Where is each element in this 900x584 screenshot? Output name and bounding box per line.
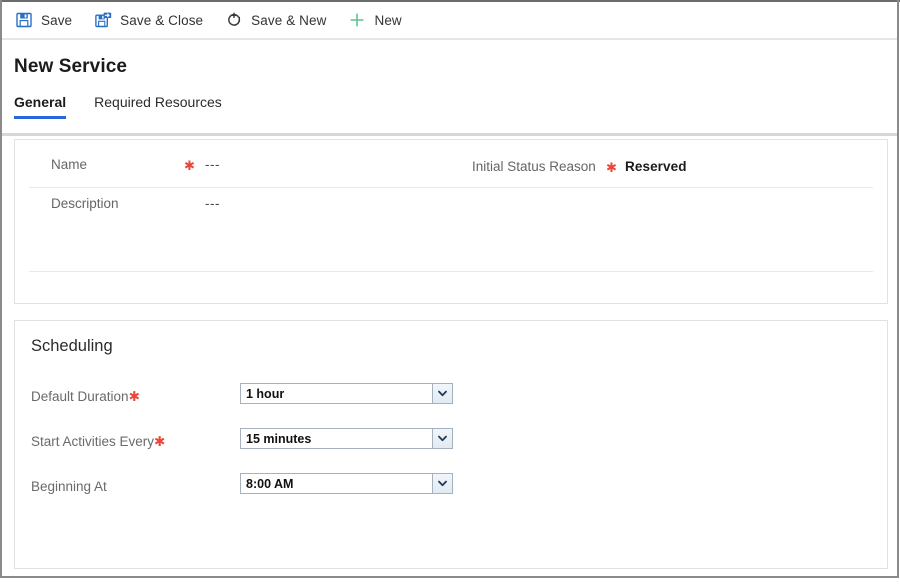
toolbar-divider <box>2 38 897 40</box>
command-bar: Save Save & Close Save & New New <box>2 2 897 38</box>
beginning-at-value: 8:00 AM <box>246 476 294 491</box>
start-activities-every-value: 15 minutes <box>246 431 312 446</box>
beginning-at-dropdown[interactable]: 8:00 AM <box>240 473 453 494</box>
window-frame-left <box>0 0 2 578</box>
beginning-at-label-text: Beginning At <box>31 479 107 494</box>
field-separator-2 <box>29 271 873 272</box>
save-and-close-button-label: Save & Close <box>120 12 204 28</box>
default-duration-value: 1 hour <box>246 386 285 401</box>
chevron-down-icon[interactable] <box>432 384 452 403</box>
start-activities-every-label-text: Start Activities Every <box>31 434 155 449</box>
save-and-close-button[interactable]: Save & Close <box>91 5 212 35</box>
chevron-down-icon[interactable] <box>432 429 452 448</box>
save-button-label: Save <box>41 12 73 28</box>
header-divider <box>2 133 897 136</box>
scheduling-row-start-activities-every: Start Activities Every✱ 15 minutes <box>15 428 887 458</box>
scheduling-row-beginning-at: Beginning At 8:00 AM <box>15 473 887 503</box>
name-value[interactable]: --- <box>205 157 220 172</box>
save-and-new-button-label: Save & New <box>251 12 327 28</box>
description-label: Description <box>51 196 119 211</box>
tab-general[interactable]: General <box>14 94 67 119</box>
field-row-description: Description --- <box>15 188 887 230</box>
start-activities-every-dropdown[interactable]: 15 minutes <box>240 428 453 449</box>
new-button[interactable]: New <box>345 5 410 35</box>
save-button[interactable]: Save <box>12 5 81 35</box>
scheduling-heading: Scheduling <box>31 337 113 355</box>
save-and-new-icon <box>224 10 244 30</box>
start-activities-every-required-indicator: ✱ <box>154 434 166 449</box>
initial-status-reason-required-indicator: ✱ <box>606 160 617 175</box>
plus-icon <box>347 10 367 30</box>
save-icon <box>14 10 34 30</box>
scheduling-section-card: Scheduling Default Duration✱ 1 hour Star… <box>14 320 888 569</box>
description-value[interactable]: --- <box>205 196 220 211</box>
default-duration-label-text: Default Duration <box>31 389 129 404</box>
new-button-label: New <box>374 12 402 28</box>
default-duration-required-indicator: ✱ <box>128 389 140 404</box>
name-label: Name <box>51 157 88 172</box>
application-window: Save Save & Close Save & New New New Ser… <box>0 0 900 584</box>
save-and-close-icon <box>93 10 113 30</box>
field-row-name: Name ✱ --- Initial Status Reason ✱ Reser… <box>15 144 887 186</box>
default-duration-dropdown[interactable]: 1 hour <box>240 383 453 404</box>
page-title: New Service <box>14 56 128 77</box>
name-required-indicator: ✱ <box>184 158 195 173</box>
chevron-down-icon[interactable] <box>432 474 452 493</box>
default-duration-label: Default Duration✱ <box>31 389 140 405</box>
tab-strip: General Required Resources <box>14 94 250 119</box>
initial-status-reason-label: Initial Status Reason <box>472 159 596 174</box>
tab-required-resources[interactable]: Required Resources <box>94 94 222 119</box>
start-activities-every-label: Start Activities Every✱ <box>31 434 165 450</box>
window-frame-right <box>897 0 899 578</box>
save-and-new-button[interactable]: Save & New <box>222 5 335 35</box>
initial-status-reason-value[interactable]: Reserved <box>625 159 687 174</box>
general-section-card: Name ✱ --- Initial Status Reason ✱ Reser… <box>14 139 888 304</box>
beginning-at-label: Beginning At <box>31 479 107 494</box>
window-frame-bottom <box>0 576 899 578</box>
scheduling-row-default-duration: Default Duration✱ 1 hour <box>15 383 887 413</box>
